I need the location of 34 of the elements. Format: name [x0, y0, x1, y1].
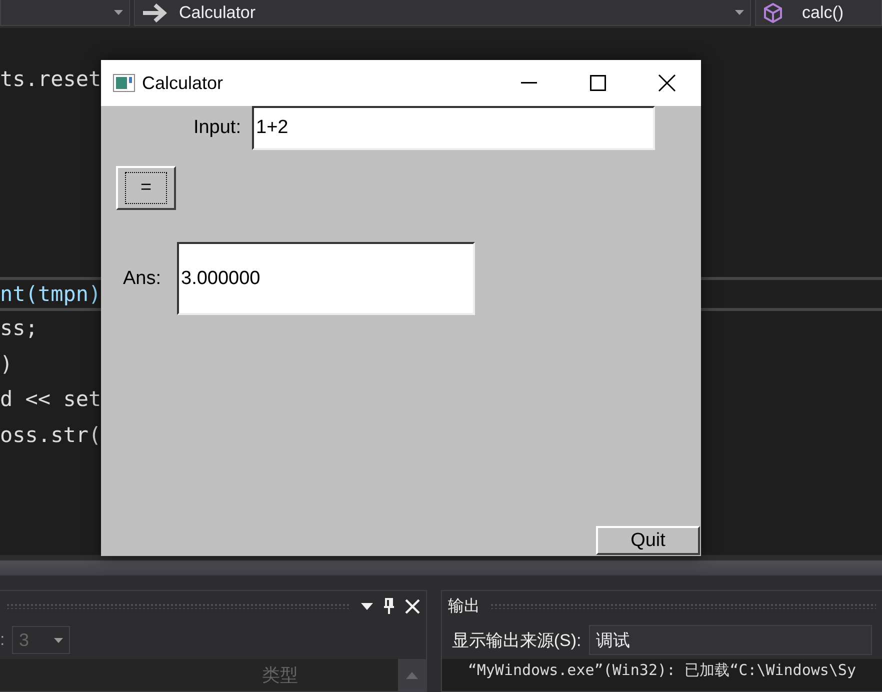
output-line: “MyWindows.exe”(Win32): 已加载“C:\Windows\Sy: [468, 661, 856, 680]
member-name: calc(): [802, 2, 844, 22]
maximize-icon[interactable]: [590, 75, 606, 91]
equals-button[interactable]: =: [116, 166, 176, 210]
cube-icon: [762, 2, 784, 24]
code-line: ts.reset: [0, 66, 102, 91]
input-field[interactable]: 1+2: [252, 106, 655, 150]
source-label: 显示输出来源(S):: [452, 630, 582, 652]
quit-button[interactable]: Quit: [596, 526, 700, 555]
app-icon: [113, 74, 135, 92]
caret-icon: [406, 672, 418, 678]
minimize-icon[interactable]: [520, 82, 536, 84]
answer-label: Ans:: [123, 268, 162, 290]
code-line: d << set: [0, 387, 102, 412]
caret-icon: [54, 638, 63, 642]
close-icon[interactable]: [658, 74, 676, 92]
answer-field[interactable]: 3.000000: [177, 242, 475, 315]
code-line: nt(tmpn): [0, 282, 102, 306]
window-title: Calculator: [142, 72, 224, 94]
code-line: ss;: [0, 316, 38, 340]
source-dropdown[interactable]: 调试: [589, 625, 872, 655]
dropdown-icon[interactable]: [360, 602, 373, 610]
member-dropdown[interactable]: calc(): [755, 0, 882, 26]
code-line: ): [0, 352, 13, 376]
code-line: oss.str(: [0, 422, 102, 447]
pin-icon[interactable]: [382, 598, 395, 614]
panel-title: 输出: [448, 596, 480, 616]
arrow-icon: [141, 2, 169, 22]
caret-icon: [735, 10, 744, 15]
caret-icon: [114, 10, 123, 15]
input-label: Input:: [192, 117, 241, 139]
type-name: Calculator: [179, 2, 256, 22]
type-dropdown[interactable]: Calculator: [134, 0, 751, 26]
field-label: :: [0, 630, 4, 650]
